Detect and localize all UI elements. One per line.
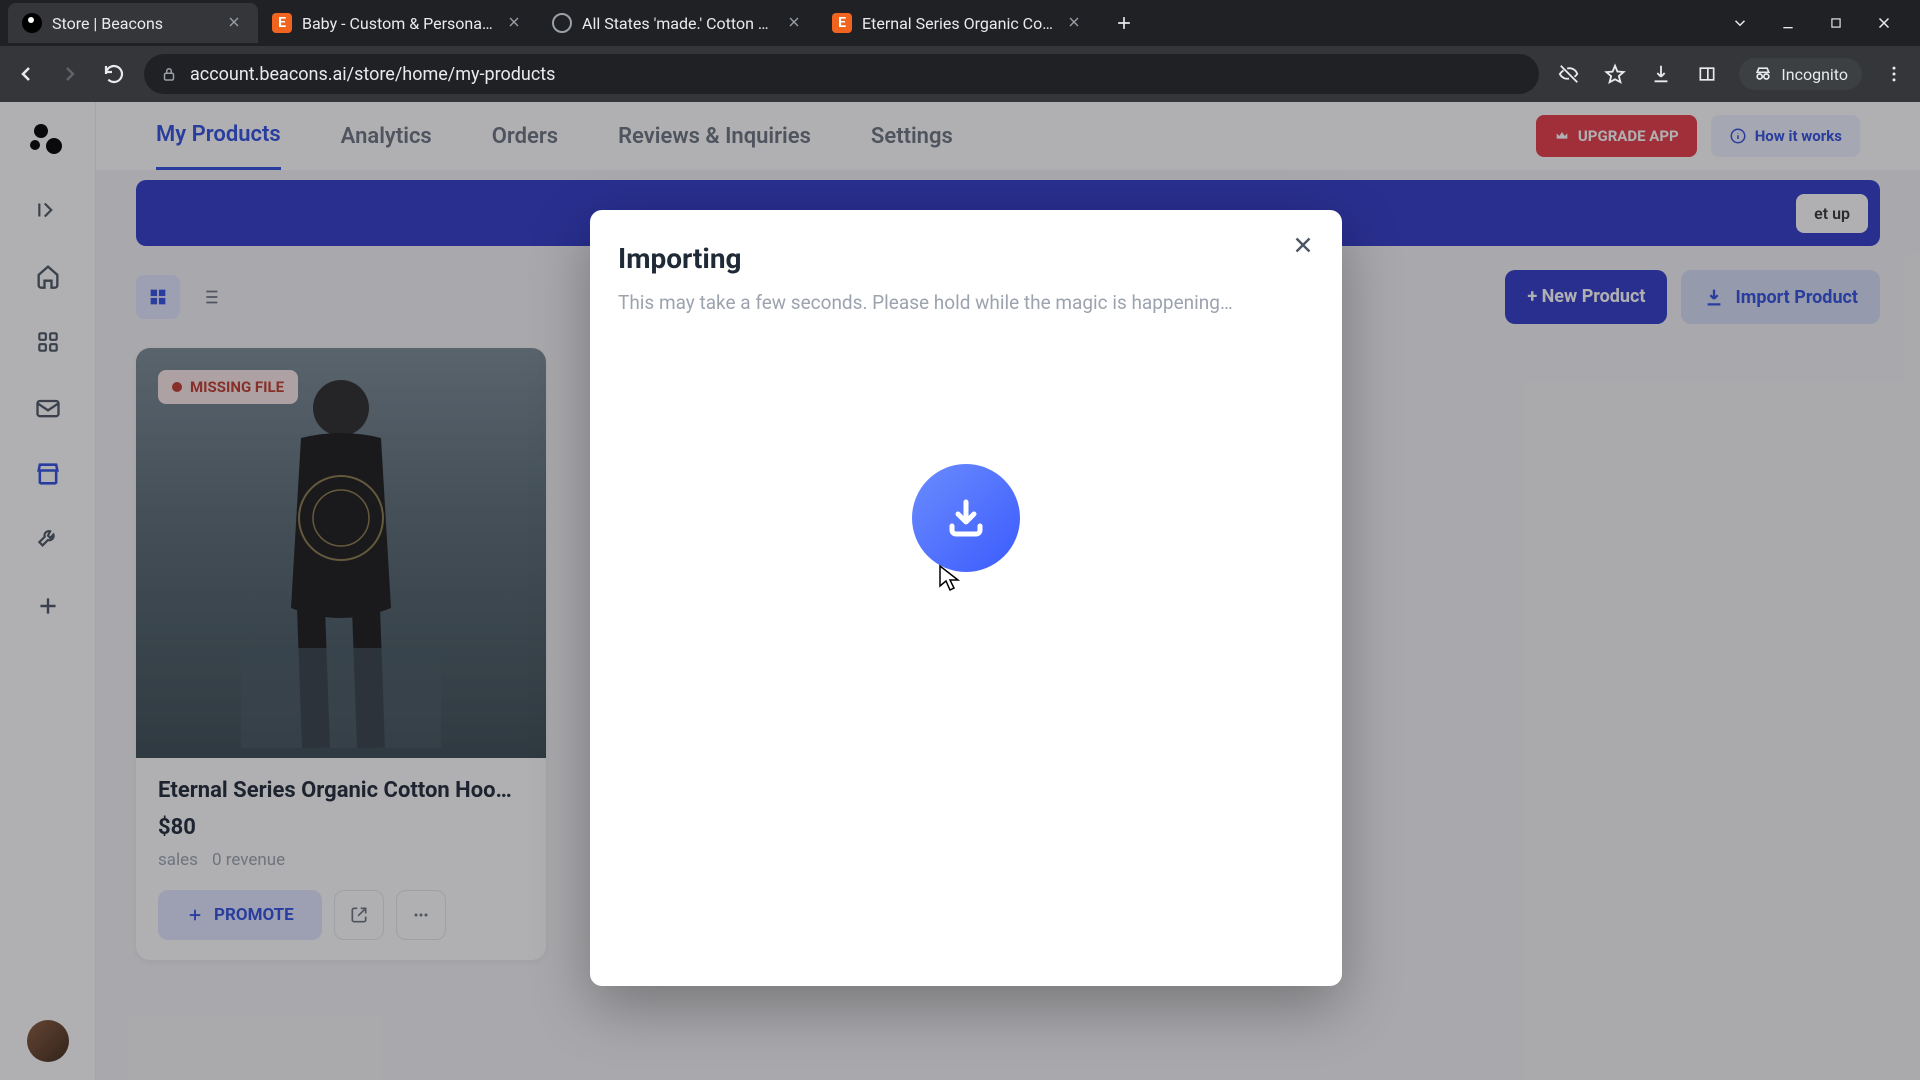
tab-all-states[interactable]: All States 'made.' Cotton Baby O [538, 3, 818, 43]
lock-icon [160, 65, 178, 83]
nav-bar: account.beacons.ai/store/home/my-product… [0, 46, 1920, 102]
maximize-icon[interactable] [1824, 11, 1848, 35]
importing-modal: Importing This may take a few seconds. P… [590, 210, 1342, 986]
incognito-badge[interactable]: Incognito [1739, 58, 1862, 90]
modal-title: Importing [618, 242, 1314, 275]
tab-title: Eternal Series Organic Cotton Ho [862, 14, 1056, 33]
tab-eternal-series[interactable]: E Eternal Series Organic Cotton Ho [818, 3, 1098, 43]
modal-subtitle: This may take a few seconds. Please hold… [618, 291, 1314, 314]
etsy-favicon-icon: E [272, 13, 292, 33]
tab-store-beacons[interactable]: Store | Beacons [8, 3, 258, 43]
back-button[interactable] [12, 60, 40, 88]
star-icon[interactable] [1601, 60, 1629, 88]
close-icon[interactable] [786, 14, 804, 32]
incognito-icon [1753, 64, 1773, 84]
nav-right: Incognito [1555, 58, 1908, 90]
etsy-favicon-icon: E [832, 13, 852, 33]
url-text: account.beacons.ai/store/home/my-product… [190, 64, 1523, 85]
window-controls [1728, 11, 1912, 35]
tab-baby-custom[interactable]: E Baby - Custom & Personalised - [258, 3, 538, 43]
import-progress-icon [912, 464, 1020, 572]
close-icon[interactable] [506, 14, 524, 32]
close-modal-button[interactable] [1290, 232, 1318, 260]
close-icon[interactable] [1066, 14, 1084, 32]
app: My Products Analytics Orders Reviews & I… [0, 102, 1920, 1080]
menu-icon[interactable] [1880, 60, 1908, 88]
minimize-icon[interactable] [1776, 11, 1800, 35]
download-icon[interactable] [1647, 60, 1675, 88]
url-bar[interactable]: account.beacons.ai/store/home/my-product… [144, 54, 1539, 94]
incognito-label: Incognito [1781, 65, 1848, 84]
tab-title: All States 'made.' Cotton Baby O [582, 14, 776, 33]
tab-title: Store | Beacons [52, 14, 216, 33]
browser-chrome: Store | Beacons E Baby - Custom & Person… [0, 0, 1920, 102]
close-window-icon[interactable] [1872, 11, 1896, 35]
beacons-favicon-icon [22, 13, 42, 33]
chevron-down-icon[interactable] [1728, 11, 1752, 35]
new-tab-button[interactable] [1106, 5, 1142, 41]
tab-bar: Store | Beacons E Baby - Custom & Person… [0, 0, 1920, 46]
globe-favicon-icon [552, 13, 572, 33]
panel-icon[interactable] [1693, 60, 1721, 88]
forward-button[interactable] [56, 60, 84, 88]
eye-off-icon[interactable] [1555, 60, 1583, 88]
reload-button[interactable] [100, 60, 128, 88]
close-icon[interactable] [226, 14, 244, 32]
tab-title: Baby - Custom & Personalised - [302, 14, 496, 33]
